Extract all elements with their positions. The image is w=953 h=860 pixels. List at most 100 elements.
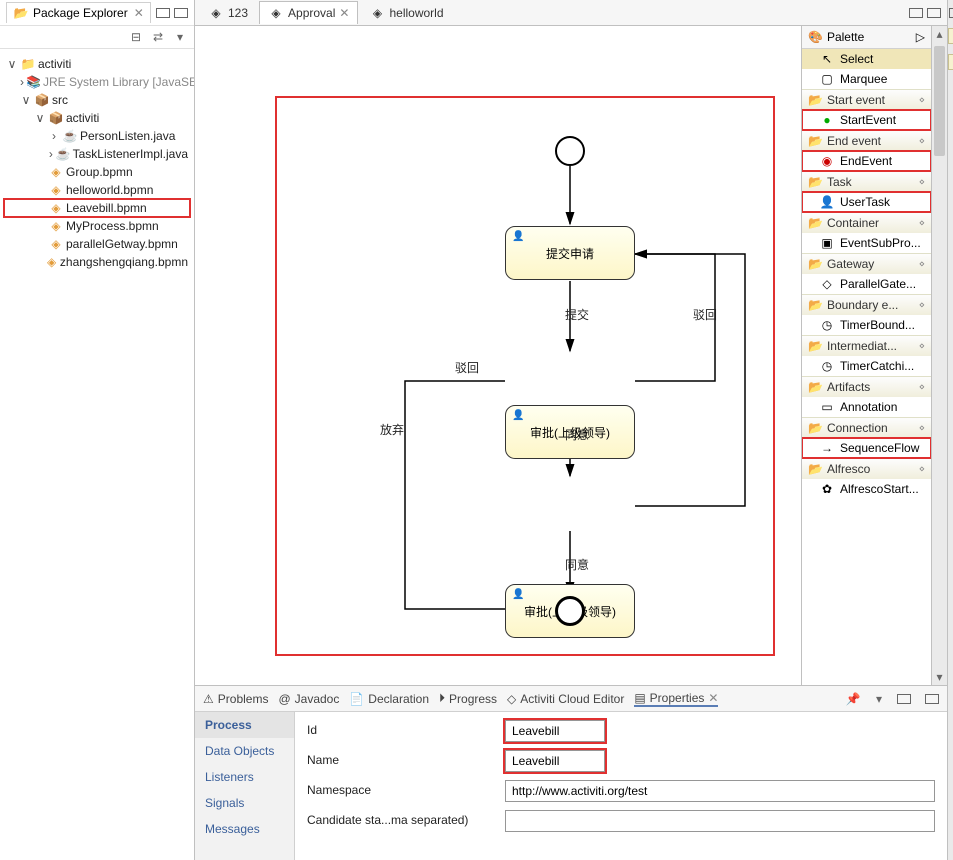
- maximize-icon[interactable]: [925, 694, 939, 704]
- tree-expander-icon[interactable]: ∨: [34, 111, 46, 125]
- close-icon[interactable]: ✕: [134, 6, 144, 20]
- close-icon[interactable]: ✕: [339, 6, 349, 20]
- gutter-icon[interactable]: [948, 28, 953, 44]
- pin-icon[interactable]: 📌: [845, 691, 861, 707]
- end-event-node[interactable]: [555, 596, 585, 626]
- editor-tab[interactable]: ◈123: [199, 1, 257, 24]
- palette-group-header[interactable]: 📂Start event⋄: [802, 89, 931, 110]
- prop-candidate-input[interactable]: [505, 810, 935, 832]
- bottom-tab[interactable]: @Javadoc: [278, 692, 339, 706]
- properties-sidebar-item[interactable]: Process: [195, 712, 294, 738]
- scroll-thumb[interactable]: [934, 46, 945, 156]
- properties-sidebar-item[interactable]: Data Objects: [195, 738, 294, 764]
- chevron-right-icon[interactable]: ▷: [916, 30, 925, 44]
- bottom-tab-label: Declaration: [368, 692, 429, 706]
- timer-icon: ◷: [820, 318, 834, 332]
- pkg-icon: 📦: [48, 110, 64, 126]
- tree-item[interactable]: ›📚JRE System Library [JavaSE: [4, 73, 190, 91]
- start-event-node[interactable]: [555, 136, 585, 166]
- task-label: 提交申请: [546, 245, 594, 262]
- palette-scrollbar[interactable]: ▴ ▾: [931, 26, 947, 685]
- palette-group-header[interactable]: 📂End event⋄: [802, 130, 931, 151]
- tree-item[interactable]: ›☕PersonListen.java: [4, 127, 190, 145]
- prop-namespace-input[interactable]: [505, 780, 935, 802]
- palette-group-header[interactable]: 📂Alfresco⋄: [802, 458, 931, 479]
- minimize-icon[interactable]: [909, 8, 923, 18]
- seq-icon: →: [820, 441, 834, 455]
- scroll-down-icon[interactable]: ▾: [932, 669, 947, 685]
- palette-title-bar[interactable]: 🎨Palette ▷: [802, 26, 931, 49]
- palette-item[interactable]: ●StartEvent: [802, 110, 931, 130]
- tree-item[interactable]: ∨📦src: [4, 91, 190, 109]
- minimize-icon[interactable]: [156, 8, 170, 18]
- palette-panel: 🎨Palette ▷ ↖ Select ▢ Marquee 📂Start eve…: [801, 26, 931, 685]
- palette-item[interactable]: ◉EndEvent: [802, 151, 931, 171]
- tree-item[interactable]: ◈parallelGetway.bpmn: [4, 235, 190, 253]
- tab-icon: ▤: [634, 691, 645, 705]
- tree-item[interactable]: ◈Leavebill.bpmn: [4, 199, 190, 217]
- tree-expander-icon[interactable]: ∨: [20, 93, 32, 107]
- minimize-icon[interactable]: [949, 8, 953, 18]
- tree-expander-icon[interactable]: ›: [48, 147, 54, 161]
- bottom-tab[interactable]: 📄 Declaration: [349, 692, 429, 706]
- tree-item[interactable]: ∨📦activiti: [4, 109, 190, 127]
- prop-name-input[interactable]: [505, 750, 605, 772]
- close-icon[interactable]: ✕: [708, 691, 718, 705]
- bottom-tab[interactable]: ▤Properties✕: [634, 691, 718, 707]
- palette-group-header[interactable]: 📂Boundary e...⋄: [802, 294, 931, 315]
- tree-item[interactable]: ◈zhangshengqiang.bpmn: [4, 253, 190, 271]
- minimize-icon[interactable]: [897, 694, 911, 704]
- view-menu-icon[interactable]: ▾: [172, 29, 188, 45]
- tree-item[interactable]: ◈Group.bpmn: [4, 163, 190, 181]
- tree-expander-icon[interactable]: ›: [48, 129, 60, 143]
- properties-sidebar-item[interactable]: Messages: [195, 816, 294, 842]
- palette-group-header[interactable]: 📂Container⋄: [802, 212, 931, 233]
- palette-select-label: Select: [840, 52, 873, 66]
- tree-expander-icon[interactable]: ∨: [6, 57, 18, 71]
- tree-item-label: JRE System Library [JavaSE: [43, 75, 194, 89]
- palette-item[interactable]: ◷TimerCatchi...: [802, 356, 931, 376]
- palette-group-header[interactable]: 📂Connection⋄: [802, 417, 931, 438]
- editor-tab[interactable]: ◈helloworld: [360, 1, 452, 24]
- package-tree[interactable]: ∨📁activiti›📚JRE System Library [JavaSE∨📦…: [0, 49, 194, 860]
- palette-item[interactable]: →SequenceFlow: [802, 438, 931, 458]
- diagram-canvas[interactable]: 👤 提交申请 👤 审批(上级领导) 👤 审批(上上级领导) 提交 驳回 驳回 同…: [195, 26, 801, 685]
- package-explorer-tab[interactable]: 📂 Package Explorer ✕: [6, 2, 151, 23]
- palette-group-header[interactable]: 📂Task⋄: [802, 171, 931, 192]
- palette-group-header[interactable]: 📂Artifacts⋄: [802, 376, 931, 397]
- bottom-tab[interactable]: ⚠Problems: [203, 692, 268, 706]
- maximize-icon[interactable]: [174, 8, 188, 18]
- tree-item[interactable]: ∨📁activiti: [4, 55, 190, 73]
- main-area: ◈123◈Approval✕◈helloworld: [195, 0, 947, 860]
- palette-group-header[interactable]: 📂Intermediat...⋄: [802, 335, 931, 356]
- editor-tab[interactable]: ◈Approval✕: [259, 1, 358, 24]
- palette-item[interactable]: ▭Annotation: [802, 397, 931, 417]
- view-menu-icon[interactable]: ▾: [871, 691, 887, 707]
- properties-sidebar-item[interactable]: Listeners: [195, 764, 294, 790]
- tree-item[interactable]: ◈MyProcess.bpmn: [4, 217, 190, 235]
- task-submit[interactable]: 👤 提交申请: [505, 226, 635, 280]
- scroll-up-icon[interactable]: ▴: [932, 26, 947, 42]
- link-editor-icon[interactable]: ⇄: [150, 29, 166, 45]
- bottom-tab[interactable]: ◇Activiti Cloud Editor: [507, 692, 624, 706]
- properties-sidebar-item[interactable]: Signals: [195, 790, 294, 816]
- tree-item[interactable]: ›☕TaskListenerImpl.java: [4, 145, 190, 163]
- palette-group-header[interactable]: 📂Gateway⋄: [802, 253, 931, 274]
- collapse-all-icon[interactable]: ⊟: [128, 29, 144, 45]
- palette-item[interactable]: ◇ParallelGate...: [802, 274, 931, 294]
- tree-expander-icon[interactable]: ›: [20, 75, 24, 89]
- palette-tool-marquee[interactable]: ▢ Marquee: [802, 69, 931, 89]
- gutter-icon[interactable]: [948, 54, 953, 70]
- palette-tool-select[interactable]: ↖ Select: [802, 49, 931, 69]
- tree-item[interactable]: ◈helloworld.bpmn: [4, 181, 190, 199]
- palette-item[interactable]: ▣EventSubPro...: [802, 233, 931, 253]
- bottom-tab[interactable]: ⏵Progress: [439, 691, 497, 706]
- palette-group-label: Alfresco: [827, 462, 870, 476]
- prop-id-input[interactable]: [505, 720, 605, 742]
- palette-item[interactable]: 👤UserTask: [802, 192, 931, 212]
- tree-item-label: PersonListen.java: [80, 129, 175, 143]
- palette-item[interactable]: ✿AlfrescoStart...: [802, 479, 931, 499]
- palette-item[interactable]: ◷TimerBound...: [802, 315, 931, 335]
- tab-icon: 📄: [349, 692, 364, 706]
- maximize-icon[interactable]: [927, 8, 941, 18]
